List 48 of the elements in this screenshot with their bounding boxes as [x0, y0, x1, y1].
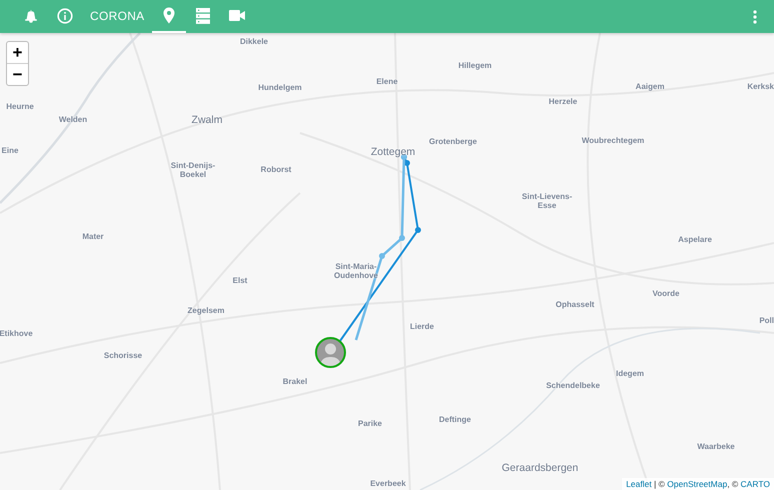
bell-icon [24, 8, 38, 22]
place-label: Deftinge [439, 415, 471, 424]
place-label: Sint-Lievens- Esse [522, 192, 572, 210]
place-label: Dikkele [240, 37, 268, 46]
place-label: Waarbeke [697, 442, 735, 451]
place-label: Heurne [6, 102, 34, 111]
place-label: Brakel [282, 377, 308, 386]
place-label: Schorisse [104, 351, 142, 360]
place-label: Roborst [260, 165, 292, 174]
place-label: Aspelare [678, 235, 712, 244]
more-menu-icon[interactable] [753, 10, 757, 24]
place-label: Geraardsbergen [502, 463, 578, 474]
place-label: Herzele [548, 97, 578, 106]
place-label: Schendelbeke [546, 381, 600, 390]
place-label: Aaigem [636, 82, 664, 91]
place-label: Welden [58, 115, 88, 124]
map-attribution: Leaflet | © OpenStreetMap, © CARTO [622, 478, 774, 490]
place-label: Zottegem [370, 147, 416, 158]
place-label: Grotenberge [429, 137, 477, 146]
place-label: Sint-Denijs- Boekel [170, 161, 216, 179]
place-label: Elst [232, 276, 248, 285]
place-label: Voorde [652, 289, 680, 298]
place-label: Poll [759, 316, 774, 325]
place-label: Eine [2, 146, 18, 155]
place-label: Lierde [410, 322, 434, 331]
place-label: Everbeek [370, 479, 406, 488]
place-label: Ophasselt [556, 300, 594, 309]
video-camera-icon [229, 10, 246, 21]
place-label: Zegelsem [188, 306, 224, 315]
avatar-marker[interactable] [315, 337, 346, 368]
place-label: Zwalm [192, 115, 222, 126]
map-pin-icon [163, 7, 176, 24]
server-icon [196, 8, 210, 24]
place-label: Idegem [616, 369, 644, 378]
attribution-link[interactable]: CARTO [740, 479, 770, 489]
info-icon [57, 8, 73, 24]
place-label: Hillegem [458, 61, 492, 70]
place-label: Mater [82, 232, 104, 241]
zoom-out-button[interactable]: − [7, 63, 28, 85]
place-label: Hundelgem [258, 83, 302, 92]
place-label: Elene [376, 77, 398, 86]
place-label: Kerksk [747, 82, 774, 91]
place-label: Etikhove [0, 329, 33, 338]
attribution-link[interactable]: Leaflet [626, 479, 652, 489]
zoom-in-button[interactable]: + [7, 42, 28, 63]
place-label: Woubrechtegem [582, 136, 644, 145]
attribution-link[interactable]: OpenStreetMap [667, 479, 728, 489]
place-label: Parike [358, 419, 382, 428]
